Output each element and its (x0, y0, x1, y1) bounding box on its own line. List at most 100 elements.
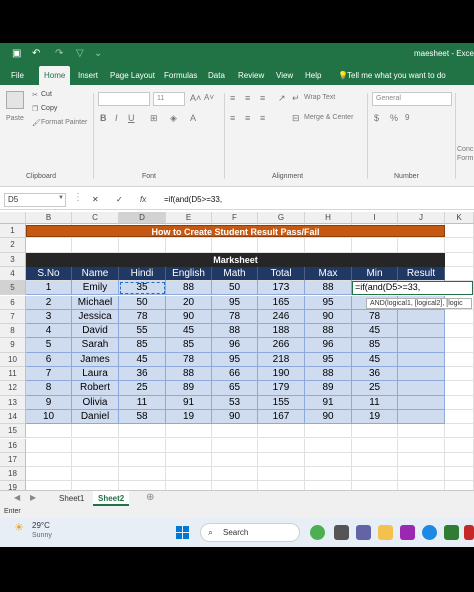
row-header[interactable]: 7 (0, 309, 26, 325)
table-cell[interactable]: 88 (305, 367, 352, 382)
row-header[interactable]: 10 (0, 352, 26, 367)
column-header[interactable]: B (26, 212, 72, 224)
align-left-icon[interactable]: ≡ (230, 113, 235, 123)
grid-cell[interactable] (352, 452, 398, 468)
paste-icon[interactable] (6, 91, 24, 109)
orientation-icon[interactable]: ↗ (278, 93, 286, 104)
wrap-text-icon[interactable]: ↵ (292, 93, 300, 104)
grid-cell[interactable] (398, 467, 445, 482)
format-painter-icon[interactable]: 🖌 (32, 119, 41, 127)
row-header[interactable]: 4 (0, 266, 26, 282)
grid-cell[interactable] (352, 467, 398, 482)
merge-icon[interactable]: ⊟ (292, 113, 300, 124)
redo-icon[interactable]: ↷ (55, 48, 63, 60)
grid-cell[interactable] (258, 467, 305, 482)
table-cell[interactable]: 5 (26, 338, 72, 353)
row-header[interactable]: 5 (0, 281, 26, 296)
save-icon[interactable]: ▣ (12, 48, 21, 60)
table-cell[interactable]: 85 (119, 338, 166, 353)
add-sheet-icon[interactable]: ⊕ (146, 492, 154, 503)
grid-cell[interactable] (398, 481, 445, 490)
column-header[interactable]: I (352, 212, 398, 224)
chat-icon[interactable] (356, 525, 371, 540)
table-cell[interactable]: 45 (119, 352, 166, 367)
grid-cell[interactable] (119, 467, 166, 482)
table-cell[interactable]: 19 (166, 409, 212, 425)
table-cell[interactable]: 1 (26, 281, 72, 296)
grid-cell[interactable] (398, 452, 445, 468)
table-cell[interactable]: Michael (72, 295, 119, 310)
table-cell[interactable]: 218 (258, 352, 305, 367)
grid-cell[interactable] (258, 481, 305, 490)
select-all-corner[interactable] (0, 212, 26, 224)
column-header[interactable]: G (258, 212, 305, 224)
tab-file[interactable]: File (6, 66, 29, 85)
tab-data[interactable]: Data (203, 66, 230, 85)
table-cell[interactable]: 50 (212, 281, 258, 296)
row-header[interactable]: 17 (0, 452, 26, 468)
grid-cell[interactable] (305, 481, 352, 490)
grid-cell[interactable] (305, 438, 352, 453)
table-cell[interactable] (398, 309, 445, 325)
grid-cell[interactable] (26, 467, 72, 482)
row-header[interactable]: 14 (0, 409, 26, 425)
table-header-cell[interactable]: Hindi (119, 266, 166, 282)
font-size-box[interactable]: 11 (153, 92, 185, 106)
table-cell[interactable]: 90 (212, 409, 258, 425)
row-header[interactable]: 12 (0, 381, 26, 396)
customize-icon[interactable]: ⌄ (94, 48, 102, 60)
table-cell[interactable]: 89 (305, 381, 352, 396)
bold-icon[interactable]: B (100, 113, 107, 123)
row-header[interactable]: 16 (0, 438, 26, 453)
table-cell[interactable]: 45 (352, 352, 398, 367)
grid-cell[interactable] (72, 481, 119, 490)
grid-cell[interactable] (72, 467, 119, 482)
grid-cell[interactable] (445, 224, 474, 239)
row-header[interactable]: 15 (0, 424, 26, 439)
undo-icon[interactable]: ↶ (32, 48, 40, 60)
grid-cell[interactable] (72, 438, 119, 453)
formula-input[interactable]: =if(and(D5>=33, (164, 195, 222, 204)
table-cell[interactable]: Emily (72, 281, 119, 296)
grid-cell[interactable] (445, 481, 474, 490)
grid-cell[interactable] (445, 409, 474, 425)
grid-cell[interactable] (26, 452, 72, 468)
font-name-box[interactable] (98, 92, 150, 106)
row-header[interactable]: 11 (0, 367, 26, 382)
grid-cell[interactable] (445, 252, 474, 267)
table-cell[interactable]: 88 (305, 281, 352, 296)
filter-icon[interactable]: ▽ (76, 48, 84, 60)
table-cell[interactable]: 2 (26, 295, 72, 310)
grid-cell[interactable] (119, 424, 166, 439)
table-cell[interactable]: 179 (258, 381, 305, 396)
grid-cell[interactable] (445, 452, 474, 468)
grid-cell[interactable] (445, 238, 474, 253)
column-header[interactable]: D (119, 212, 166, 224)
table-cell[interactable]: 85 (166, 338, 212, 353)
grid-cell[interactable] (445, 395, 474, 410)
row-header[interactable]: 19 (0, 481, 26, 490)
table-cell[interactable]: Jessica (72, 309, 119, 325)
table-cell[interactable]: 25 (119, 381, 166, 396)
table-cell[interactable]: 89 (166, 381, 212, 396)
widget-icon[interactable] (310, 525, 325, 540)
grid-cell[interactable] (212, 238, 258, 253)
tab-help[interactable]: Help (300, 66, 326, 85)
conditional-formatting-button[interactable]: Conc Form (457, 145, 473, 163)
table-header-cell[interactable]: Min (352, 266, 398, 282)
table-cell[interactable]: 266 (258, 338, 305, 353)
copy-icon[interactable]: ❐ (32, 105, 38, 113)
grid-cell[interactable] (119, 452, 166, 468)
table-header-cell[interactable]: Math (212, 266, 258, 282)
table-header-cell[interactable]: Result (398, 266, 445, 282)
table-cell[interactable]: Robert (72, 381, 119, 396)
grid-cell[interactable] (352, 238, 398, 253)
table-cell[interactable]: 9 (26, 395, 72, 410)
table-cell[interactable]: 95 (305, 295, 352, 310)
wrap-text-button[interactable]: Wrap Text (304, 94, 335, 101)
grid-cell[interactable] (26, 438, 72, 453)
column-header[interactable]: K (445, 212, 474, 224)
grid-cell[interactable] (26, 424, 72, 439)
increase-font-icon[interactable]: A˄ (190, 93, 201, 103)
table-cell[interactable]: 65 (212, 381, 258, 396)
